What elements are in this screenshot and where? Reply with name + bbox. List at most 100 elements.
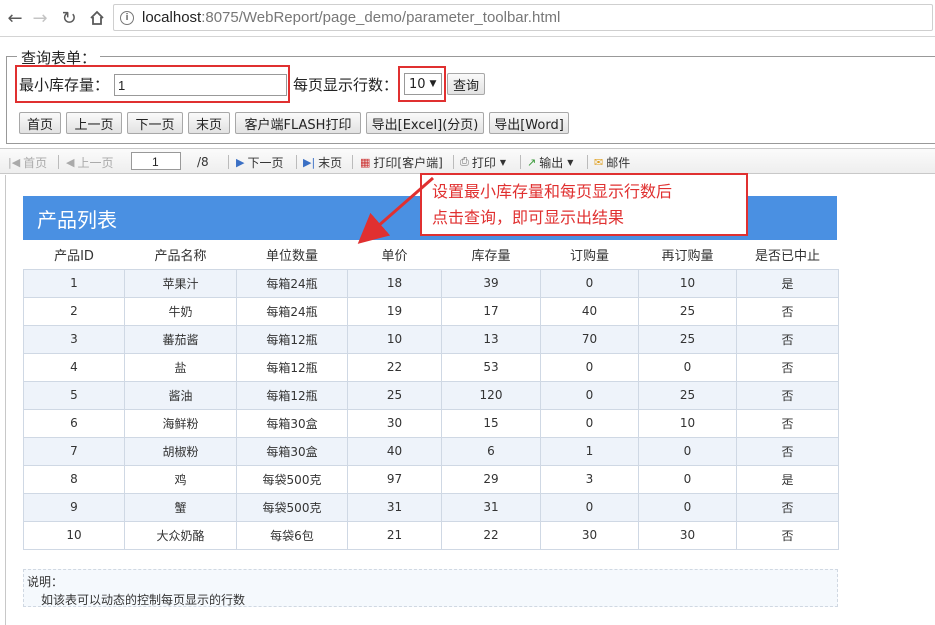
table-cell: 0: [638, 436, 737, 466]
column-header: 单位数量: [236, 241, 348, 269]
site-info-icon[interactable]: i: [120, 10, 134, 25]
toolbar-separator: [296, 155, 297, 169]
url-text: localhost:8075/WebReport/page_demo/param…: [142, 9, 561, 26]
table-cell: 否: [736, 380, 839, 410]
table-cell: 15: [441, 408, 541, 438]
min-stock-label: 最小库存量：: [19, 76, 110, 94]
table-cell: 19: [347, 296, 442, 326]
table-cell: 39: [441, 268, 541, 298]
home-icon[interactable]: [85, 6, 109, 30]
toolbar-prev-page[interactable]: ◀ 上一页: [66, 153, 113, 171]
forward-arrow-icon[interactable]: →: [28, 6, 52, 30]
export-word-button[interactable]: 导出[Word]: [489, 112, 569, 134]
export-excel-button[interactable]: 导出[Excel](分页): [366, 112, 484, 134]
column-header: 库存量: [441, 241, 541, 269]
table-cell: 25: [638, 324, 737, 354]
table-cell: 每袋500克: [236, 464, 348, 494]
annotation-arrow: [357, 176, 434, 244]
table-cell: 8: [23, 464, 125, 494]
table-cell: 是: [736, 464, 839, 494]
table-cell: 每箱30盒: [236, 436, 348, 466]
table-cell: 否: [736, 352, 839, 382]
rows-per-page-select[interactable]: 10 ▼: [404, 73, 442, 95]
table-row: 3 蕃茄酱 每箱12瓶 10 13 70 25 否: [23, 324, 839, 354]
column-header: 订购量: [540, 241, 639, 269]
table-cell: 0: [540, 408, 639, 438]
table-cell: 胡椒粉: [124, 436, 237, 466]
annotation-callout: 设置最小库存量和每页显示行数后 点击查询，即可显示出结果: [420, 173, 748, 236]
dropdown-arrow-icon: ▼: [567, 157, 574, 167]
column-header: 产品名称: [124, 241, 237, 269]
toolbar-mail[interactable]: ✉ 邮件: [594, 153, 630, 171]
table-cell: 是: [736, 268, 839, 298]
table-cell: 10: [347, 324, 442, 354]
flash-print-button[interactable]: 客户端FLASH打印: [235, 112, 361, 134]
toolbar-print[interactable]: ⎙ 打印 ▼: [460, 153, 506, 171]
toolbar-print-client[interactable]: ▦ 打印[客户端]: [360, 153, 443, 171]
table-cell: 每箱12瓶: [236, 380, 348, 410]
column-header: 是否已中止: [736, 241, 839, 269]
address-bar[interactable]: i localhost:8075/WebReport/page_demo/par…: [113, 4, 933, 31]
table-cell: 盐: [124, 352, 237, 382]
table-cell: 0: [540, 268, 639, 298]
table-cell: 70: [540, 324, 639, 354]
table-cell: 每箱24瓶: [236, 296, 348, 326]
table-row: 8 鸡每袋500克 97 29 3 0 是: [23, 464, 839, 494]
table-cell: 苹果汁: [124, 268, 237, 298]
table-cell: 否: [736, 436, 839, 466]
rows-per-page-value: 10: [409, 76, 426, 92]
reload-icon[interactable]: ↻: [57, 6, 81, 30]
table-cell: 25: [347, 380, 442, 410]
toolbar-separator: [520, 155, 521, 169]
mail-icon: ✉: [594, 155, 604, 169]
table-cell: 18: [347, 268, 442, 298]
toolbar-last-page[interactable]: ▶| 末页: [303, 153, 342, 171]
table-cell: 97: [347, 464, 442, 494]
table-cell: 蕃茄酱: [124, 324, 237, 354]
first-page-button[interactable]: 首页: [19, 112, 61, 134]
table-cell: 17: [441, 296, 541, 326]
table-cell: 3: [23, 324, 125, 354]
page-number-input[interactable]: [131, 152, 181, 170]
first-page-icon: |◀: [8, 155, 21, 169]
table-cell: 31: [347, 492, 442, 522]
table-cell: 0: [638, 464, 737, 494]
prev-page-button[interactable]: 上一页: [66, 112, 122, 134]
table-cell: 13: [441, 324, 541, 354]
rows-per-page-label: 每页显示行数：: [293, 76, 399, 94]
toolbar-page-total: /8: [197, 155, 209, 169]
table-cell: 否: [736, 324, 839, 354]
table-cell: 1: [540, 436, 639, 466]
toolbar-separator: [587, 155, 588, 169]
table-row: 2 牛奶 每箱24瓶 19 17 40 25 否: [23, 296, 839, 326]
table-row: 5 酱油 每箱12瓶 25 120 0 25 否: [23, 380, 839, 410]
query-button[interactable]: 查询: [447, 73, 485, 95]
toolbar-separator: [352, 155, 353, 169]
next-page-button[interactable]: 下一页: [127, 112, 183, 134]
back-arrow-icon[interactable]: ←: [3, 6, 27, 30]
table-cell: 5: [23, 380, 125, 410]
table-row: 10 大众奶酪 每袋6包 21 22 30 30 否: [23, 520, 839, 550]
table-cell: 10: [638, 268, 737, 298]
table-cell: 6: [441, 436, 541, 466]
min-stock-input[interactable]: [114, 74, 287, 96]
table-cell: 1: [23, 268, 125, 298]
toolbar-first-page[interactable]: |◀ 首页: [8, 153, 47, 171]
table-cell: 53: [441, 352, 541, 382]
table-cell: 每箱12瓶: [236, 352, 348, 382]
table-cell: 31: [441, 492, 541, 522]
table-cell: 每箱12瓶: [236, 324, 348, 354]
table-cell: 29: [441, 464, 541, 494]
prev-page-icon: ◀: [66, 155, 75, 169]
table-cell: 每箱30盒: [236, 408, 348, 438]
toolbar-export[interactable]: ↗ 输出 ▼: [527, 153, 573, 171]
dropdown-arrow-icon: ▼: [429, 79, 437, 89]
browser-toolbar: ← → ↻ i localhost:8075/WebReport/page_de…: [0, 0, 935, 37]
table-cell: 每袋500克: [236, 492, 348, 522]
printer-icon: ⎙: [460, 155, 469, 168]
toolbar-next-page[interactable]: ▶ 下一页: [236, 153, 283, 171]
table-cell: 0: [638, 492, 737, 522]
table-cell: 120: [441, 380, 541, 410]
last-page-button[interactable]: 末页: [188, 112, 230, 134]
table-cell: 海鲜粉: [124, 408, 237, 438]
